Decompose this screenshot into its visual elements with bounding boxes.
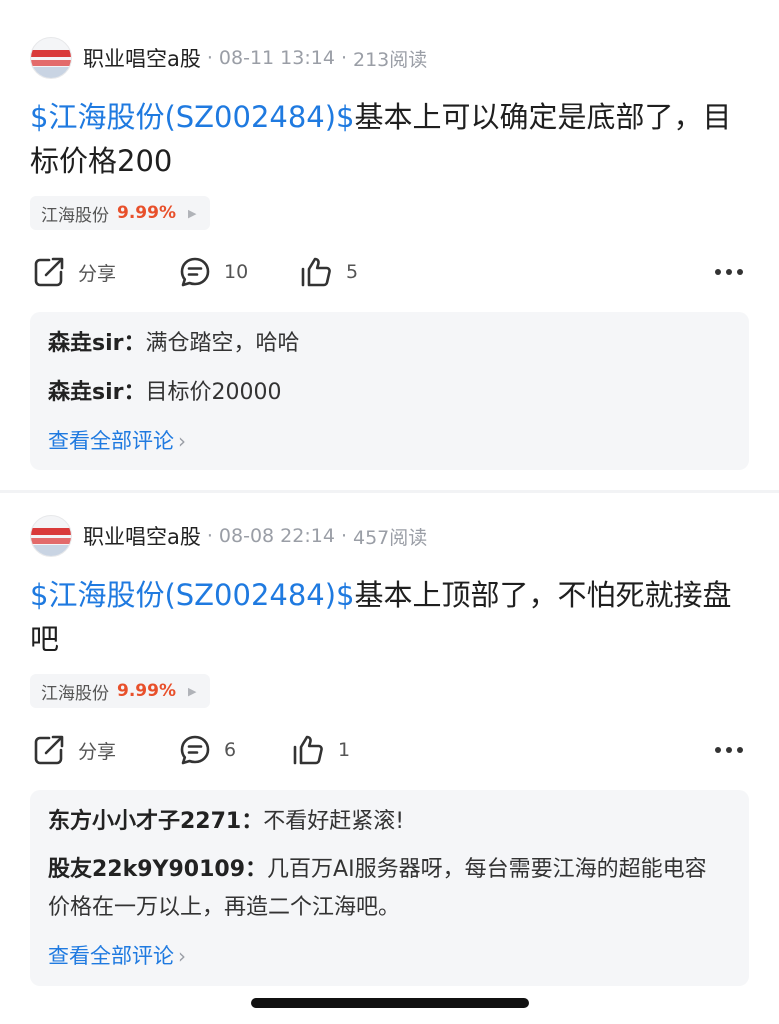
- share-label: 分享: [78, 740, 117, 763]
- stock-tag-change: 9.99%: [117, 681, 176, 701]
- like-count: 5: [346, 261, 359, 283]
- comment-text: 满仓踏空，哈哈: [145, 331, 300, 356]
- comment-item[interactable]: 森垚sir：目标价20000: [48, 374, 728, 412]
- chevron-right-icon: ›: [178, 944, 186, 968]
- comment-user[interactable]: 东方小小才子2271: [48, 809, 241, 834]
- action-bar: 分享 6 1: [30, 730, 750, 770]
- chevron-right-icon: ›: [178, 429, 186, 453]
- separator: ·: [206, 525, 213, 547]
- post-header: 职业唱空a股 · 08-11 13:14 · 213阅读: [30, 36, 427, 80]
- post-header: 职业唱空a股 · 08-08 22:14 · 457阅读: [30, 514, 427, 558]
- avatar[interactable]: [30, 37, 72, 79]
- share-icon: [34, 257, 64, 287]
- read-count: 213阅读: [352, 48, 428, 71]
- share-button[interactable]: 分享: [32, 730, 116, 770]
- avatar[interactable]: [30, 515, 72, 557]
- comment-text: 不看好赶紧滚!: [263, 809, 405, 834]
- read-count: 457阅读: [352, 526, 428, 549]
- comment-icon: [180, 735, 210, 765]
- like-button[interactable]: 1: [292, 730, 350, 770]
- post-date: 08-08 22:14: [218, 525, 335, 547]
- comment-user[interactable]: 股友22k9Y90109: [48, 857, 245, 882]
- like-button[interactable]: 5: [300, 252, 358, 292]
- stock-tag[interactable]: 江海股份 9.99% ▶: [30, 196, 211, 230]
- post-card: 职业唱空a股 · 08-11 13:14 · 213阅读 $江海股份(SZ002…: [0, 0, 779, 490]
- share-button[interactable]: 分享: [32, 252, 116, 292]
- comment-item[interactable]: 股友22k9Y90109：几百万AI服务器呀，每台需要江海的超能电容价格在一万以…: [48, 851, 728, 927]
- stock-tag-change: 9.99%: [117, 203, 176, 223]
- separator: ·: [340, 525, 347, 547]
- more-icon: [715, 747, 743, 753]
- view-all-label: 查看全部评论: [48, 429, 174, 453]
- stock-tag-name: 江海股份: [41, 683, 109, 704]
- like-count: 1: [338, 739, 351, 761]
- play-arrow-icon: ▶: [187, 206, 197, 220]
- comment-user[interactable]: 森垚sir: [48, 380, 124, 405]
- stock-tag[interactable]: 江海股份 9.99% ▶: [30, 674, 211, 708]
- comment-preview: 东方小小才子2271：不看好赶紧滚! 股友22k9Y90109：几百万AI服务器…: [30, 790, 749, 986]
- more-button[interactable]: [714, 730, 744, 770]
- comment-item[interactable]: 东方小小才子2271：不看好赶紧滚!: [48, 803, 728, 841]
- view-all-label: 查看全部评论: [48, 944, 174, 968]
- stock-tag-name: 江海股份: [41, 205, 109, 226]
- stock-link[interactable]: $江海股份(SZ002484)$: [30, 578, 355, 612]
- comment-icon: [180, 257, 210, 287]
- comment-user[interactable]: 森垚sir: [48, 331, 124, 356]
- separator: ·: [340, 47, 347, 69]
- more-button[interactable]: [714, 252, 744, 292]
- home-indicator[interactable]: [251, 998, 529, 1008]
- thumbs-up-icon: [293, 735, 323, 765]
- action-bar: 分享 10 5: [30, 252, 750, 292]
- stock-link[interactable]: $江海股份(SZ002484)$: [30, 100, 355, 134]
- play-arrow-icon: ▶: [187, 684, 197, 698]
- share-icon: [34, 735, 64, 765]
- author-name[interactable]: 职业唱空a股: [83, 521, 201, 551]
- comment-count: 10: [224, 261, 249, 283]
- post-date: 08-11 13:14: [218, 47, 335, 69]
- comment-preview: 森垚sir：满仓踏空，哈哈 森垚sir：目标价20000 查看全部评论 ›: [30, 312, 749, 470]
- more-icon: [715, 269, 743, 275]
- thumbs-up-icon: [301, 257, 331, 287]
- view-all-comments-link[interactable]: 查看全部评论 ›: [48, 425, 186, 455]
- comment-button[interactable]: 10: [178, 252, 248, 292]
- share-label: 分享: [78, 262, 117, 285]
- post-text[interactable]: $江海股份(SZ002484)$基本上顶部了，不怕死就接盘吧: [30, 573, 750, 661]
- comment-item[interactable]: 森垚sir：满仓踏空，哈哈: [48, 325, 728, 363]
- comment-text: 目标价20000: [145, 380, 282, 405]
- separator: ·: [206, 47, 213, 69]
- author-name[interactable]: 职业唱空a股: [83, 43, 201, 73]
- comment-count: 6: [224, 739, 237, 761]
- view-all-comments-link[interactable]: 查看全部评论 ›: [48, 940, 186, 970]
- post-text[interactable]: $江海股份(SZ002484)$基本上可以确定是底部了，目标价格200: [30, 95, 750, 183]
- post-card: 职业唱空a股 · 08-08 22:14 · 457阅读 $江海股份(SZ002…: [0, 493, 779, 1003]
- comment-button[interactable]: 6: [178, 730, 236, 770]
